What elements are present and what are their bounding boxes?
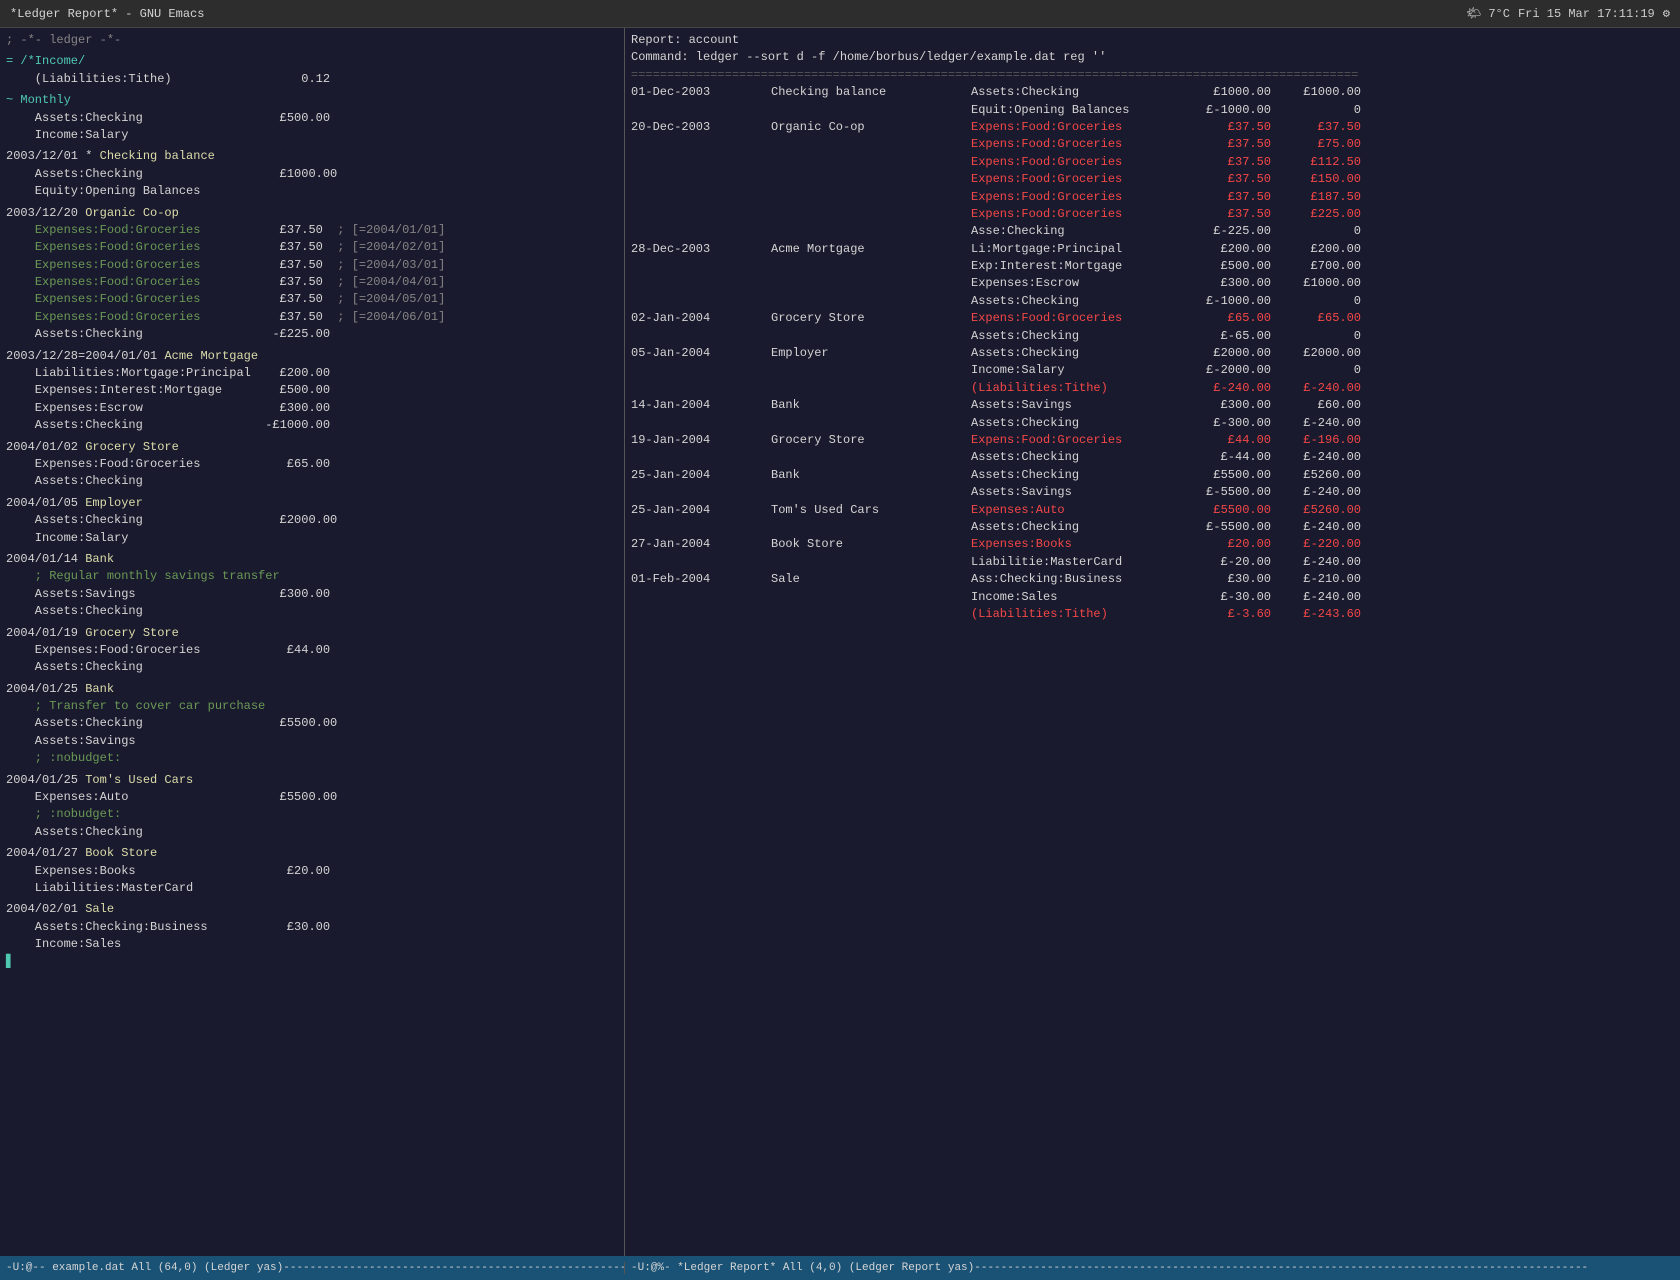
report-row-0: 01-Dec-2003 Checking balanceAssets:Check… <box>631 84 1674 101</box>
statusbar-right-text: -U:@%- *Ledger Report* All (4,0) (Ledger… <box>631 1262 1588 1274</box>
liabilities-tithe-line: (Liabilities:Tithe) 0.12 <box>6 71 618 88</box>
report-row-7: Expens:Food:Groceries £37.50 £225.00 <box>631 206 1674 223</box>
report-row-28: 01-Feb-2004 Sale Ass:Checking:Business £… <box>631 571 1674 588</box>
report-row-20: 19-Jan-2004 Grocery Store Expens:Food:Gr… <box>631 432 1674 449</box>
txn-date-6: 2004/01/14 Bank <box>6 551 618 568</box>
txn-tag-8: ; :nobudget: <box>6 750 618 767</box>
report-row-2: 20-Dec-2003 Organic Co-op Expens:Food:Gr… <box>631 119 1674 136</box>
titlebar-right: 🌤 7°C Fri 15 Mar 17:11:19 ⚙ <box>1466 6 1670 21</box>
settings-icon[interactable]: ⚙ <box>1663 6 1670 21</box>
txn-entry-1a: Assets:Checking £1000.00 <box>6 166 618 183</box>
txn-entry-8b: Assets:Savings <box>6 733 618 750</box>
report-row-6: Expens:Food:Groceries £37.50 £187.50 <box>631 189 1674 206</box>
txn-entry-5a: Assets:Checking £2000.00 <box>6 512 618 529</box>
txn-date-11: 2004/02/01 Sale <box>6 901 618 918</box>
titlebar-title: *Ledger Report* - GNU Emacs <box>10 7 204 21</box>
report-row-26: 27-Jan-2004 Book Store Expenses:Books £2… <box>631 536 1674 553</box>
txn-entry-3d: Assets:Checking -£1000.00 <box>6 417 618 434</box>
report-row-15: 05-Jan-2004 Employer Assets:Checking £20… <box>631 345 1674 362</box>
txn-entry-8a: Assets:Checking £5500.00 <box>6 715 618 732</box>
income-header: = /*Income/ <box>6 53 618 70</box>
report-row-9: 28-Dec-2003 Acme Mortgage Li:Mortgage:Pr… <box>631 241 1674 258</box>
txn-entry-2g: Assets:Checking -£225.00 <box>6 326 618 343</box>
txn-comment-6: ; Regular monthly savings transfer <box>6 568 618 585</box>
weather-widget: 🌤 7°C <box>1466 6 1510 21</box>
report-row-23: Assets:Savings £-5500.00 £-240.00 <box>631 484 1674 501</box>
txn-entry-9a: Expenses:Auto £5500.00 <box>6 789 618 806</box>
report-row-14: Assets:Checking £-65.00 0 <box>631 328 1674 345</box>
statusbar-left-text: -U:@-- example.dat All (64,0) (Ledger ya… <box>6 1262 625 1274</box>
txn-entry-5b: Income:Salary <box>6 530 618 547</box>
txn-entry-2a: Expenses:Food:Groceries £37.50 ; [=2004/… <box>6 222 618 239</box>
report-row-22: 25-Jan-2004 Bank Assets:Checking £5500.0… <box>631 467 1674 484</box>
monthly-header: ~ Monthly <box>6 92 618 109</box>
report-row-8: Asse:Checking £-225.00 0 <box>631 223 1674 240</box>
txn-entry-2d: Expenses:Food:Groceries £37.50 ; [=2004/… <box>6 274 618 291</box>
txn-date-8: 2004/01/25 Bank <box>6 681 618 698</box>
time-display: Fri 15 Mar 17:11:19 <box>1518 7 1655 21</box>
txn-entry-3c: Expenses:Escrow £300.00 <box>6 400 618 417</box>
report-row-1: Equit:Opening Balances £-1000.00 0 <box>631 102 1674 119</box>
txn-date-7: 2004/01/19 Grocery Store <box>6 625 618 642</box>
txn-entry-10b: Liabilities:MasterCard <box>6 880 618 897</box>
txn-entry-3b: Expenses:Interest:Mortgage £500.00 <box>6 382 618 399</box>
txn-entry-2f: Expenses:Food:Groceries £37.50 ; [=2004/… <box>6 309 618 326</box>
statusbar: -U:@-- example.dat All (64,0) (Ledger ya… <box>0 1256 1680 1280</box>
monthly-income: Income:Salary <box>6 127 618 144</box>
report-row-11: Expenses:Escrow £300.00 £1000.00 <box>631 275 1674 292</box>
report-row-16: Income:Salary £-2000.00 0 <box>631 362 1674 379</box>
titlebar: *Ledger Report* - GNU Emacs 🌤 7°C Fri 15… <box>0 0 1680 28</box>
txn-entry-4a: Expenses:Food:Groceries £65.00 <box>6 456 618 473</box>
txn-entry-11a: Assets:Checking:Business £30.00 <box>6 919 618 936</box>
monthly-assets: Assets:Checking £500.00 <box>6 110 618 127</box>
left-pane[interactable]: ; -*- ledger -*- = /*Income/ (Liabilitie… <box>0 28 625 1256</box>
txn-entry-1b: Equity:Opening Balances <box>6 183 618 200</box>
txn-date-4: 2004/01/02 Grocery Store <box>6 439 618 456</box>
txn-entry-2c: Expenses:Food:Groceries £37.50 ; [=2004/… <box>6 257 618 274</box>
report-row-25: Assets:Checking £-5500.00 £-240.00 <box>631 519 1674 536</box>
txn-entry-3a: Liabilities:Mortgage:Principal £200.00 <box>6 365 618 382</box>
report-row-4: Expens:Food:Groceries £37.50 £112.50 <box>631 154 1674 171</box>
txn-entry-6a: Assets:Savings £300.00 <box>6 586 618 603</box>
comment-line: ; -*- ledger -*- <box>6 32 618 49</box>
cursor-line: ▋ <box>6 954 618 971</box>
txn-entry-7b: Assets:Checking <box>6 659 618 676</box>
report-row-5: Expens:Food:Groceries £37.50 £150.00 <box>631 171 1674 188</box>
report-row-17: (Liabilities:Tithe) £-240.00 £-240.00 <box>631 380 1674 397</box>
statusbar-right: -U:@%- *Ledger Report* All (4,0) (Ledger… <box>625 1262 1680 1274</box>
report-row-27: Liabilitie:MasterCard £-20.00 £-240.00 <box>631 554 1674 571</box>
report-row-13: 02-Jan-2004 Grocery Store Expens:Food:Gr… <box>631 310 1674 327</box>
report-row-10: Exp:Interest:Mortgage £500.00 £700.00 <box>631 258 1674 275</box>
txn-entry-6b: Assets:Checking <box>6 603 618 620</box>
report-row-24: 25-Jan-2004 Tom's Used Cars Expenses:Aut… <box>631 502 1674 519</box>
txn-date-5: 2004/01/05 Employer <box>6 495 618 512</box>
report-row-18: 14-Jan-2004 Bank Assets:Savings £300.00 … <box>631 397 1674 414</box>
txn-date-3: 2003/12/28=2004/01/01 Acme Mortgage <box>6 348 618 365</box>
txn-date-1: 2003/12/01 * Checking balance <box>6 148 618 165</box>
txn-comment-8: ; Transfer to cover car purchase <box>6 698 618 715</box>
right-pane: Report: account Command: ledger --sort d… <box>625 28 1680 1256</box>
main-area: ; -*- ledger -*- = /*Income/ (Liabilitie… <box>0 28 1680 1256</box>
report-row-19: Assets:Checking £-300.00 £-240.00 <box>631 415 1674 432</box>
txn-entry-9b: Assets:Checking <box>6 824 618 841</box>
report-header: Report: account <box>631 32 1674 49</box>
txn-date-10: 2004/01/27 Book Store <box>6 845 618 862</box>
report-row-21: Assets:Checking £-44.00 £-240.00 <box>631 449 1674 466</box>
report-row-12: Assets:Checking £-1000.00 0 <box>631 293 1674 310</box>
report-command: Command: ledger --sort d -f /home/borbus… <box>631 49 1674 66</box>
txn-date-2: 2003/12/20 Organic Co-op <box>6 205 618 222</box>
statusbar-left: -U:@-- example.dat All (64,0) (Ledger ya… <box>0 1262 625 1274</box>
txn-date-9: 2004/01/25 Tom's Used Cars <box>6 772 618 789</box>
txn-tag-9: ; :nobudget: <box>6 806 618 823</box>
txn-entry-7a: Expenses:Food:Groceries £44.00 <box>6 642 618 659</box>
txn-entry-4b: Assets:Checking <box>6 473 618 490</box>
txn-entry-2b: Expenses:Food:Groceries £37.50 ; [=2004/… <box>6 239 618 256</box>
txn-entry-10a: Expenses:Books £20.00 <box>6 863 618 880</box>
txn-entry-11b: Income:Sales <box>6 936 618 953</box>
txn-entry-2e: Expenses:Food:Groceries £37.50 ; [=2004/… <box>6 291 618 308</box>
report-row-29: Income:Sales £-30.00 £-240.00 <box>631 589 1674 606</box>
report-row-30: (Liabilities:Tithe) £-3.60 £-243.60 <box>631 606 1674 623</box>
separator: ========================================… <box>631 67 1674 84</box>
report-row-3: Expens:Food:Groceries £37.50 £75.00 <box>631 136 1674 153</box>
